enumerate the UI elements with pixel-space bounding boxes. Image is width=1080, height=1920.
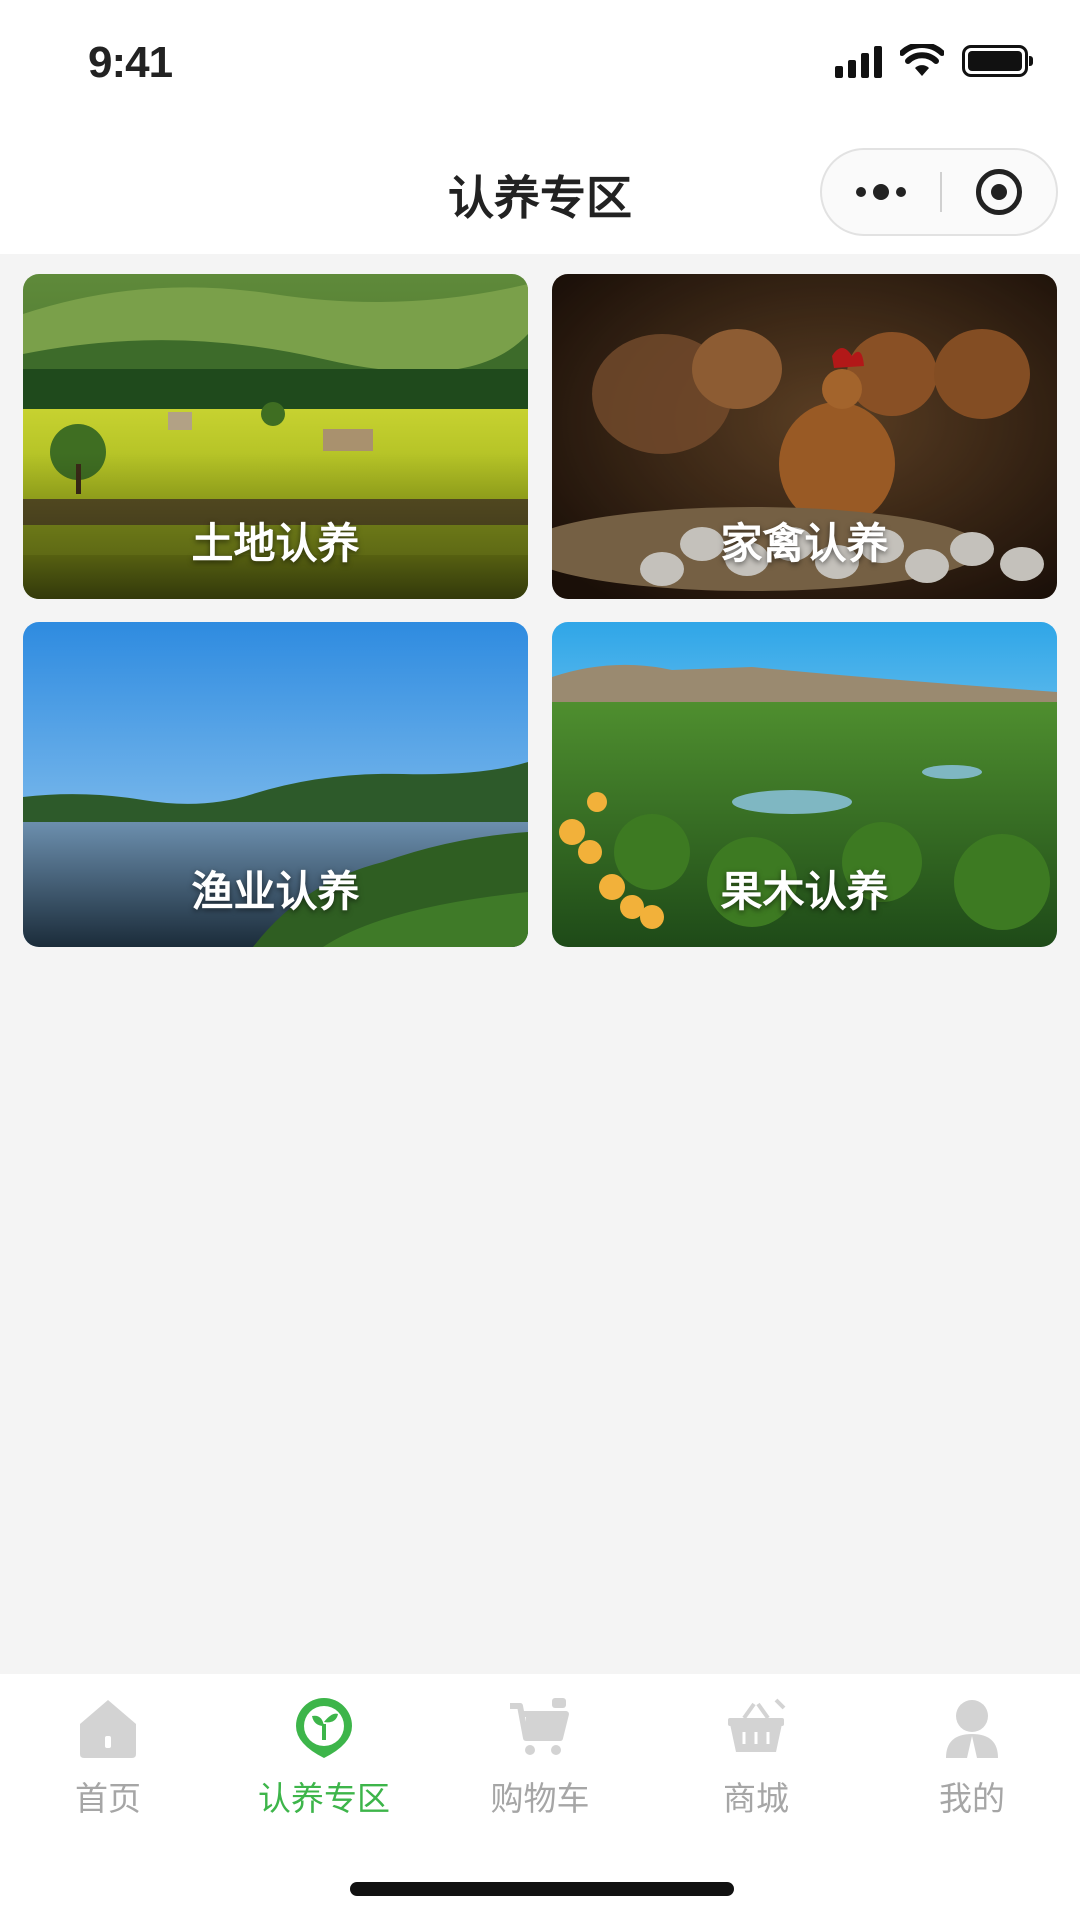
home-icon	[80, 1700, 136, 1758]
status-icons	[835, 44, 1033, 78]
card-label: 渔业认养	[191, 867, 360, 916]
navigation-bar: 认养专区	[0, 132, 1080, 254]
card-label: 土地认养	[191, 519, 360, 568]
tab-label: 首页	[75, 1779, 141, 1818]
person-icon	[946, 1700, 998, 1758]
tab-label: 认养专区	[258, 1779, 390, 1818]
tab-home[interactable]: 首页	[0, 1696, 216, 1836]
card-land-adoption[interactable]: 土地认养	[23, 274, 528, 599]
card-orchard-adoption[interactable]: 果木认养	[552, 622, 1057, 947]
card-fishery-adoption[interactable]: 渔业认养	[23, 622, 528, 947]
home-indicator	[350, 1882, 734, 1896]
tab-profile[interactable]: 我的	[864, 1696, 1080, 1836]
sprout-pin-icon	[296, 1698, 352, 1758]
basket-icon	[728, 1698, 786, 1752]
target-icon	[976, 169, 1022, 215]
tab-cart[interactable]: 购物车	[432, 1696, 648, 1836]
battery-icon	[962, 45, 1033, 77]
tab-mall[interactable]: 商城	[648, 1696, 864, 1836]
cellular-signal-icon	[835, 44, 882, 78]
tab-label: 我的	[939, 1779, 1005, 1818]
tab-label: 购物车	[490, 1779, 590, 1818]
tab-adoption[interactable]: 认养专区	[216, 1696, 432, 1836]
close-mini-program-button[interactable]	[942, 150, 1056, 234]
status-bar: 9:41	[0, 0, 1080, 132]
wifi-icon	[900, 44, 944, 76]
card-label: 家禽认养	[720, 519, 889, 568]
card-label: 果木认养	[720, 867, 889, 916]
more-options-button[interactable]	[822, 150, 940, 234]
card-poultry-adoption[interactable]: 家禽认养	[552, 274, 1057, 599]
cart-icon	[510, 1698, 569, 1755]
mini-program-capsule	[820, 148, 1058, 236]
status-time: 9:41	[88, 38, 173, 87]
tab-label: 商城	[723, 1779, 789, 1818]
